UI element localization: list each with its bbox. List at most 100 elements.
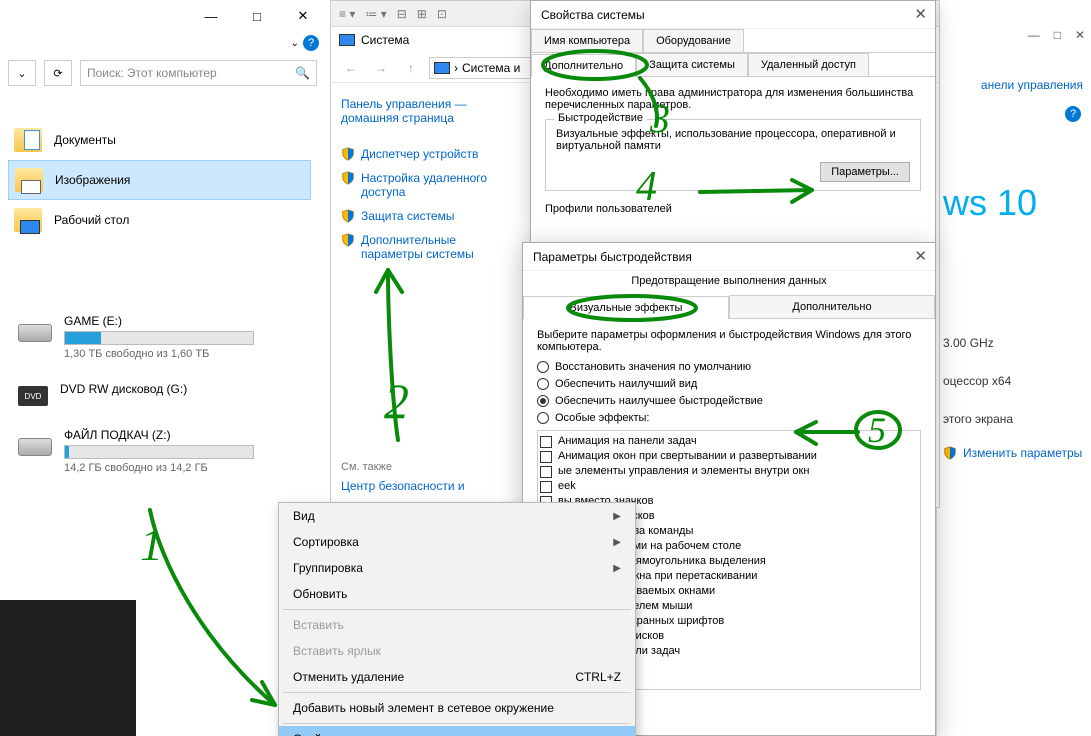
drive-game[interactable]: GAME (E:) 1,30 ТБ свободно из 1,60 ТБ: [18, 314, 311, 360]
bg-maximize-icon[interactable]: □: [1054, 28, 1061, 42]
search-icon: 🔍: [295, 66, 310, 80]
tab-dep[interactable]: Предотвращение выполнения данных: [523, 271, 935, 291]
radio-icon: [537, 361, 549, 373]
admin-note: Необходимо иметь права администратора дл…: [545, 87, 921, 111]
spec-ghz: 3.00 GHz: [943, 336, 1013, 350]
folder-pictures[interactable]: Изображения: [8, 160, 311, 200]
submenu-arrow-icon: ▶: [613, 563, 621, 574]
shield-icon: [341, 171, 355, 185]
tab-visual-effects[interactable]: Визуальные эффекты: [523, 296, 729, 319]
submenu-arrow-icon: ▶: [613, 537, 621, 548]
folder-icon: [15, 168, 43, 192]
sidebar-link[interactable]: Настройка удаленного доступа: [341, 171, 521, 199]
windows10-logo-text: ws 10: [943, 182, 1037, 224]
dvd-icon: DVD: [18, 386, 48, 406]
quick-access-list: Документы Изображения Рабочий стол: [8, 120, 311, 240]
up-button[interactable]: ↑: [399, 57, 423, 79]
performance-settings-button[interactable]: Параметры...: [820, 162, 910, 182]
help-icon[interactable]: ?: [303, 35, 319, 51]
radio-icon: [537, 378, 549, 390]
system-specs: 3.00 GHz оцессор х64 этого экрана: [943, 312, 1013, 450]
user-profiles-label: Профили пользователей: [545, 203, 921, 215]
change-settings-link[interactable]: Изменить параметры: [943, 446, 1082, 460]
close-button[interactable]: ✕: [289, 5, 317, 27]
see-also-link[interactable]: Центр безопасности и: [341, 479, 521, 493]
system-icon: [339, 34, 355, 46]
system-properties-dialog: Свойства системы ✕ Имя компьютераОборудо…: [530, 0, 936, 250]
search-input[interactable]: Поиск: Этот компьютер 🔍: [80, 60, 317, 86]
context-menu-item: Вставить: [279, 612, 635, 638]
effect-checkbox[interactable]: eek: [540, 480, 918, 493]
desktop-context-menu: Вид▶Сортировка▶Группировка▶Обновить Встав…: [278, 502, 636, 736]
drive-swap[interactable]: ФАЙЛ ПОДКАЧ (Z:) 14,2 ГБ свободно из 14,…: [18, 428, 311, 474]
folder-desktop[interactable]: Рабочий стол: [8, 200, 311, 240]
drive-dvd[interactable]: DVD DVD RW дисковод (G:): [18, 382, 311, 406]
shield-icon: [341, 209, 355, 223]
forward-button[interactable]: →: [369, 57, 393, 79]
context-menu-item[interactable]: Свойства: [279, 726, 635, 736]
hdd-icon: [18, 324, 52, 342]
spec-screen: этого экрана: [943, 412, 1013, 426]
address-dropdown[interactable]: ⌄: [8, 60, 36, 86]
radio-option[interactable]: Особые эффекты:: [537, 412, 921, 424]
sidebar-link[interactable]: Диспетчер устройств: [341, 147, 521, 161]
search-placeholder: Поиск: Этот компьютер: [87, 66, 217, 80]
shield-icon: [943, 446, 957, 460]
close-icon[interactable]: ✕: [914, 247, 927, 265]
shield-icon: [341, 233, 355, 247]
spec-arch: оцессор х64: [943, 374, 1013, 388]
effect-checkbox[interactable]: Анимация окон при свертывании и разверты…: [540, 450, 918, 463]
minimize-button[interactable]: —: [197, 5, 225, 27]
control-panel-home-link[interactable]: Панель управления — домашняя страница: [341, 97, 521, 125]
hdd-icon: [18, 438, 52, 456]
bg-minimize-icon[interactable]: —: [1028, 28, 1040, 42]
bg-close-icon[interactable]: ✕: [1075, 28, 1085, 42]
context-menu-item[interactable]: Сортировка▶: [279, 529, 635, 555]
ribbon-chevron-icon[interactable]: ⌄: [291, 38, 299, 49]
effect-checkbox[interactable]: ые элементы управления и элементы внутри…: [540, 465, 918, 478]
perf-intro: Выберите параметры оформления и быстроде…: [537, 329, 921, 353]
checkbox-icon: [540, 466, 552, 478]
folder-label: Рабочий стол: [54, 213, 129, 227]
refresh-button[interactable]: ⟳: [44, 60, 72, 86]
folder-label: Изображения: [55, 173, 130, 187]
background-system-window: — □ ✕ анели управления ? ws 10 3.00 GHz …: [936, 22, 1091, 736]
radio-option[interactable]: Восстановить значения по умолчанию: [537, 361, 921, 373]
folder-icon: [14, 128, 42, 152]
sidebar-link[interactable]: Защита системы: [341, 209, 521, 223]
tab[interactable]: Оборудование: [643, 29, 744, 52]
radio-icon: [537, 412, 549, 424]
close-icon[interactable]: ✕: [914, 5, 927, 23]
tab[interactable]: Защита системы: [636, 53, 748, 76]
help-icon[interactable]: ?: [1065, 106, 1081, 122]
folder-documents[interactable]: Документы: [8, 120, 311, 160]
context-menu-item[interactable]: Отменить удалениеCTRL+Z: [279, 664, 635, 690]
checkbox-icon: [540, 436, 552, 448]
context-menu-item[interactable]: Обновить: [279, 581, 635, 607]
file-explorer-window: — □ ✕ ⌄ ? ⌄ ⟳ Поиск: Этот компьютер 🔍 До…: [0, 0, 325, 600]
radio-option[interactable]: Обеспечить наилучший вид: [537, 378, 921, 390]
radio-option[interactable]: Обеспечить наилучшее быстродействие: [537, 395, 921, 407]
tab[interactable]: Имя компьютера: [531, 29, 643, 52]
shield-icon: [341, 147, 355, 161]
tab[interactable]: Дополнительно: [531, 54, 636, 77]
tab[interactable]: Удаленный доступ: [748, 53, 869, 76]
control-panel-sidebar: Панель управления — домашняя страница Ди…: [331, 83, 531, 285]
context-menu-item[interactable]: Группировка▶: [279, 555, 635, 581]
see-also-section: См. также Центр безопасности и: [341, 461, 521, 493]
taskbar-strip: [0, 598, 136, 736]
checkbox-icon: [540, 481, 552, 493]
tab-advanced[interactable]: Дополнительно: [729, 295, 935, 318]
back-button[interactable]: ←: [339, 57, 363, 79]
maximize-button[interactable]: □: [243, 5, 271, 27]
checkbox-icon: [540, 451, 552, 463]
dialog-title: Параметры быстродействия: [533, 250, 692, 264]
context-menu-item[interactable]: Вид▶: [279, 503, 635, 529]
capacity-bar: [64, 331, 254, 345]
folder-icon: [14, 208, 42, 232]
folder-label: Документы: [54, 133, 116, 147]
sidebar-link[interactable]: Дополнительные параметры системы: [341, 233, 521, 261]
performance-groupbox: Быстродействие Визуальные эффекты, испол…: [545, 119, 921, 191]
effect-checkbox[interactable]: Анимация на панели задач: [540, 435, 918, 448]
context-menu-item[interactable]: Добавить новый элемент в сетевое окружен…: [279, 695, 635, 721]
